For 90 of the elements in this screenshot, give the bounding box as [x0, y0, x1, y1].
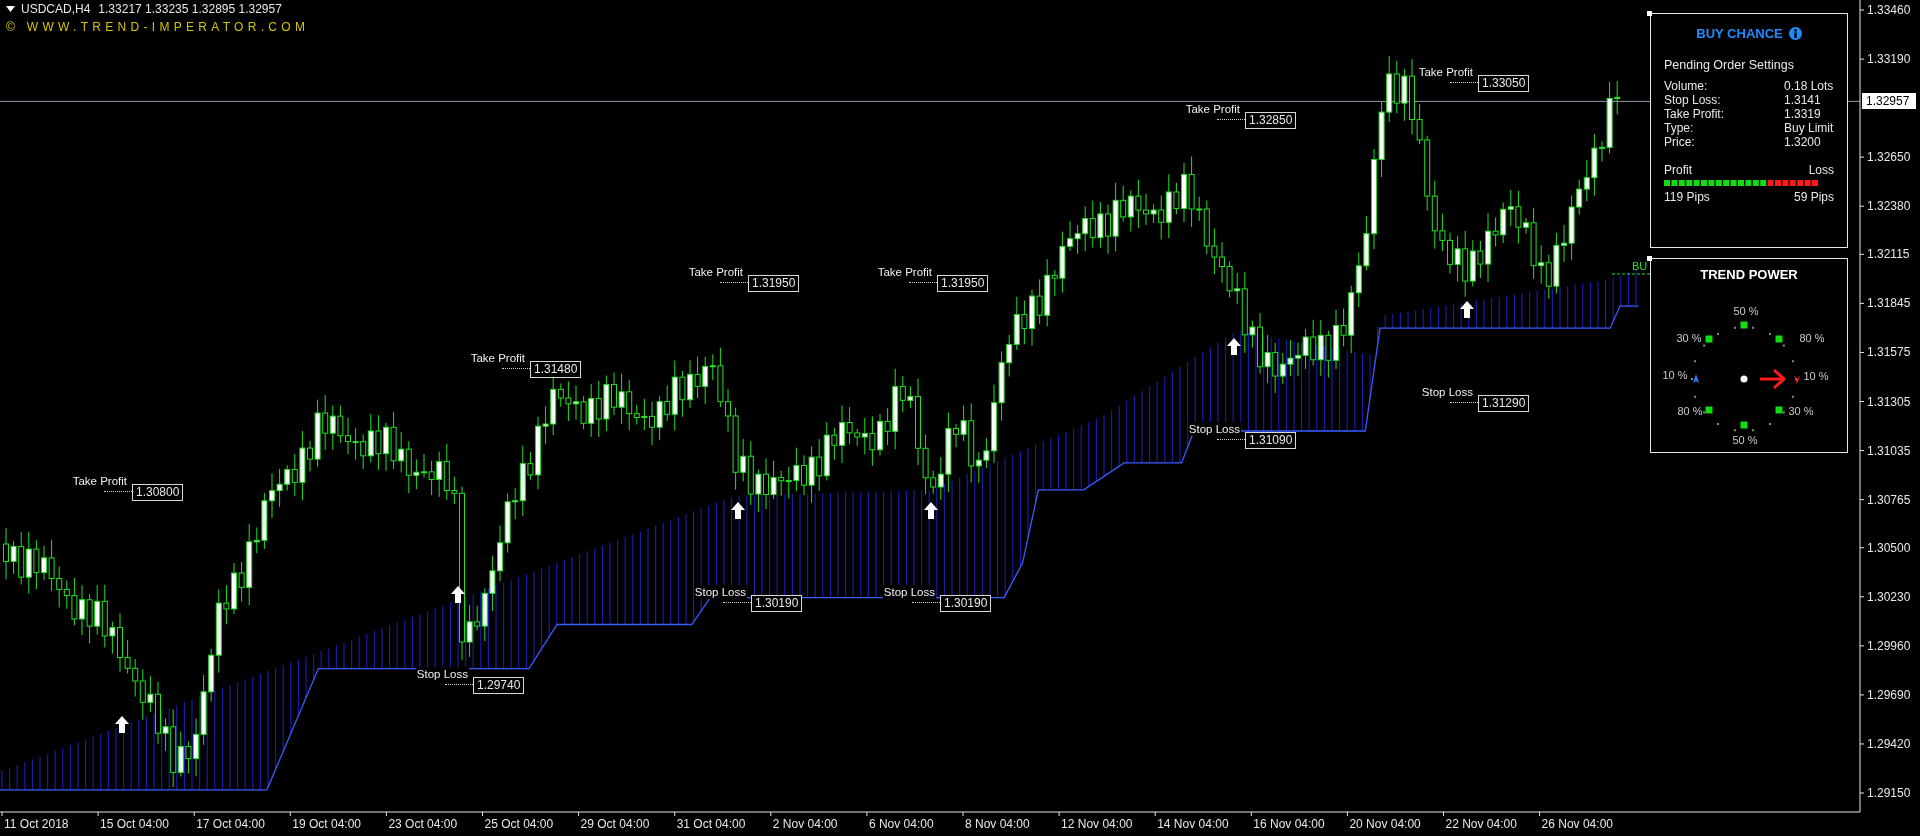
date-label: 16 Nov 04:00 — [1253, 816, 1325, 832]
price-label: 1.31035 — [1867, 442, 1911, 459]
date-label: 19 Oct 04:00 — [292, 816, 361, 832]
order-label: Stop Loss — [1420, 385, 1474, 400]
up-arrow-icon — [924, 502, 938, 519]
price-label: 1.31305 — [1867, 393, 1911, 410]
date-label: 23 Oct 04:00 — [388, 816, 458, 832]
copyright-text: © WWW.TREND-IMPERATOR.COM — [6, 20, 310, 34]
order-label: Stop Loss — [693, 585, 747, 600]
date-label: 11 Oct 2018 — [4, 816, 69, 832]
date-label: 2 Nov 04:00 — [772, 816, 838, 832]
price-label: 1.30500 — [1867, 539, 1911, 556]
price-label: 1.29690 — [1867, 686, 1911, 703]
price-label: 1.31575 — [1867, 344, 1911, 361]
date-label: 31 Oct 04:00 — [676, 816, 746, 832]
current-price-tag: 1.32957 — [1862, 93, 1916, 110]
date-label: 15 Oct 04:00 — [100, 816, 169, 832]
price-label: 1.29960 — [1867, 637, 1911, 654]
setting-value: 1.3319 — [1784, 107, 1822, 121]
up-arrow-icon — [1460, 301, 1474, 318]
date-label: 17 Oct 04:00 — [196, 816, 265, 832]
setting-label: Volume: — [1664, 79, 1709, 93]
symbol-title: USDCAD,H4 — [21, 2, 91, 16]
price-label: 1.32115 — [1867, 246, 1910, 263]
price-tag: 1.31480 — [530, 360, 582, 378]
up-arrow-icon — [451, 586, 465, 603]
price-tag: 1.31950 — [937, 275, 989, 293]
setting-value: 0.18 Lots — [1784, 79, 1834, 93]
price-label: 1.32650 — [1867, 149, 1911, 166]
price-label: 1.30765 — [1867, 491, 1911, 508]
setting-value: 1.3200 — [1784, 135, 1822, 149]
price-label: 1.32380 — [1867, 198, 1911, 215]
panel-title: TREND POWER — [1699, 267, 1799, 282]
resize-handle[interactable] — [1647, 11, 1652, 16]
up-arrow-icon — [1227, 338, 1241, 355]
percent-label: 10 % — [1662, 369, 1688, 381]
percent-label: 30 % — [1788, 405, 1814, 417]
date-label: 26 Nov 04:00 — [1541, 816, 1613, 832]
price-label: 1.31845 — [1867, 295, 1911, 312]
percent-label: 30 % — [1676, 332, 1702, 344]
dropdown-icon[interactable] — [6, 6, 15, 12]
price-tag: 1.32850 — [1245, 111, 1297, 129]
pending-order-label: BU — [1632, 260, 1649, 272]
percent-label: 10 % — [1803, 370, 1829, 382]
price-tag: 1.30800 — [132, 484, 184, 502]
order-label: Stop Loss — [882, 585, 936, 600]
date-label: 22 Nov 04:00 — [1445, 816, 1517, 832]
ohlc-prices: 1.33217 1.33235 1.32895 1.32957 — [98, 2, 282, 16]
date-label: 12 Nov 04:00 — [1061, 816, 1133, 832]
percent-label: 50 % — [1732, 434, 1758, 446]
pending-order-line — [1611, 273, 1651, 275]
profit-label: Profit — [1664, 163, 1692, 178]
percent-label: 80 % — [1799, 332, 1825, 344]
date-label: 25 Oct 04:00 — [484, 816, 554, 832]
price-tag: 1.31950 — [748, 275, 800, 293]
price-tag: 1.29740 — [473, 676, 525, 694]
setting-value: Buy Limit — [1784, 121, 1834, 135]
date-label: 14 Nov 04:00 — [1157, 816, 1229, 832]
up-arrow-icon — [115, 716, 129, 733]
up-arrow-icon — [731, 502, 745, 519]
setting-label: Type: — [1664, 121, 1695, 135]
profit-pips: 119 Pips — [1664, 190, 1710, 205]
percent-label: 80 % — [1677, 405, 1703, 417]
panel-subtitle: Pending Order Settings — [1664, 58, 1795, 72]
order-label: Stop Loss — [415, 666, 469, 681]
setting-label: Stop Loss: — [1664, 93, 1722, 107]
order-label: Stop Loss — [1187, 421, 1241, 436]
date-label: 20 Nov 04:00 — [1349, 816, 1421, 832]
price-label: 1.33190 — [1867, 51, 1911, 68]
date-label: 29 Oct 04:00 — [580, 816, 650, 832]
price-tag: 1.33050 — [1478, 75, 1530, 93]
price-tag: 1.30190 — [751, 595, 803, 613]
price-tag: 1.31290 — [1478, 395, 1530, 413]
panel-title: BUY CHANCE — [1696, 26, 1783, 41]
price-label: 1.30230 — [1867, 588, 1911, 605]
percent-label: 50 % — [1733, 305, 1759, 317]
setting-label: Price: — [1664, 135, 1696, 149]
loss-label: Loss — [1808, 163, 1834, 178]
date-label: 8 Nov 04:00 — [965, 816, 1030, 832]
price-label: 1.29150 — [1867, 785, 1911, 801]
price-tag: 1.30190 — [940, 595, 992, 613]
setting-label: Take Profit: — [1664, 107, 1726, 121]
loss-segments — [1767, 180, 1818, 186]
setting-value: 1.3141 — [1784, 93, 1822, 107]
price-label: 1.29420 — [1867, 735, 1911, 752]
resize-handle[interactable] — [1647, 256, 1652, 261]
price-label: 1.33460 — [1867, 2, 1911, 18]
date-label: 6 Nov 04:00 — [868, 816, 934, 832]
info-icon[interactable] — [1788, 27, 1802, 40]
loss-pips: 59 Pips — [1793, 190, 1834, 205]
